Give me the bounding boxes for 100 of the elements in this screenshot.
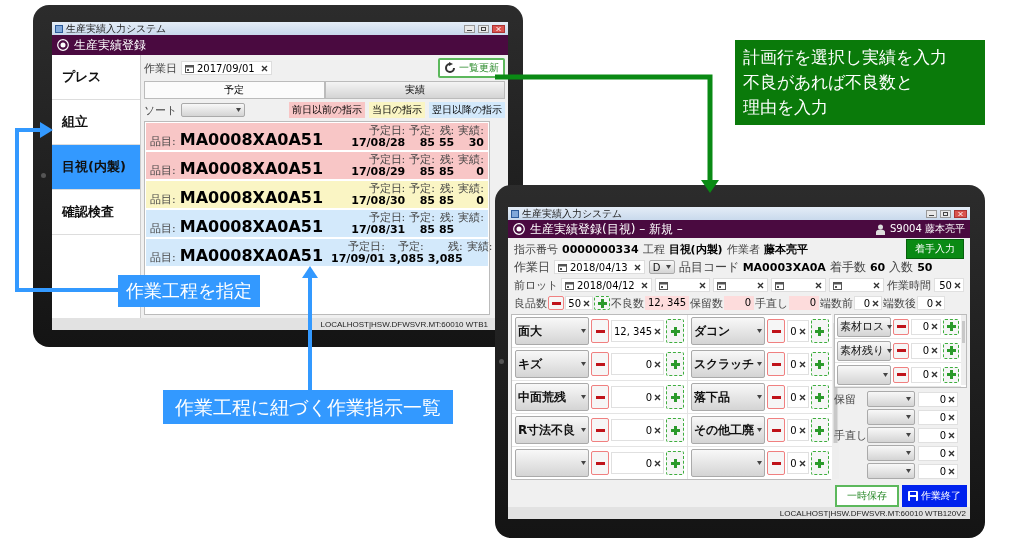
date-field[interactable]: [771, 278, 827, 292]
reason-dropdown[interactable]: 中面荒残: [515, 383, 589, 411]
order-row[interactable]: 品目: MA0008XA0A51 予定日: 17/08/28 予定: 85 残: 55 実績: 30: [146, 123, 488, 150]
date-field[interactable]: [654, 278, 710, 292]
caret-icon: [581, 395, 586, 399]
increment-button[interactable]: [666, 385, 685, 409]
decrement-button[interactable]: [893, 318, 909, 335]
increment-button[interactable]: [666, 418, 685, 442]
calendar-icon: [833, 280, 843, 290]
number-field[interactable]: 50: [565, 296, 593, 310]
reason-dropdown[interactable]: スクラッチ: [691, 350, 766, 378]
number-field[interactable]: 0: [918, 427, 958, 443]
field-value: 55: [438, 136, 455, 149]
increment-button[interactable]: [943, 318, 959, 335]
order-row[interactable]: 品目: MA0008XA0A51 予定日: 17/08/31 予定: 85 残: 85 実績:: [146, 210, 488, 237]
date-field[interactable]: [712, 278, 768, 292]
reason-dropdown[interactable]: R寸法不良: [515, 416, 589, 444]
number-field[interactable]: 0: [611, 386, 665, 408]
number-field[interactable]: 12, 345: [611, 320, 665, 342]
decrement-button[interactable]: [591, 451, 609, 475]
decrement-button[interactable]: [591, 319, 609, 343]
increment-button[interactable]: [810, 352, 829, 376]
finish-button[interactable]: 作業終了: [902, 485, 967, 507]
increment-button[interactable]: [666, 319, 685, 343]
number-field[interactable]: 0: [611, 353, 665, 375]
decrement-button[interactable]: [893, 366, 909, 383]
number-field[interactable]: 0: [854, 296, 883, 310]
save-button[interactable]: 一時保存: [835, 485, 899, 507]
decrement-button[interactable]: [893, 342, 909, 359]
field-label: 品目:: [150, 134, 176, 149]
sort-dropdown[interactable]: [181, 103, 245, 117]
date-field[interactable]: 2018/04/13: [554, 260, 645, 274]
minus-icon: [771, 329, 781, 333]
status-text: LOCALHOST|HSW.DFWSVR.MT:60010 WTB1: [320, 319, 488, 329]
date-field[interactable]: [829, 278, 885, 292]
process-item[interactable]: 目視(内製): [52, 145, 140, 190]
refresh-button[interactable]: 一覧更新: [438, 58, 505, 78]
number-field[interactable]: 0: [787, 386, 809, 408]
decrement-button[interactable]: [591, 352, 609, 376]
date-field[interactable]: 2018/04/12: [561, 278, 652, 292]
field-value: 85: [438, 223, 455, 236]
reason-dropdown[interactable]: 素材残り: [837, 340, 891, 361]
caret-icon: [757, 329, 763, 333]
number-field[interactable]: 0: [911, 342, 941, 359]
number-field[interactable]: 0: [911, 366, 941, 383]
increment-button[interactable]: [810, 418, 829, 442]
increment-button[interactable]: [666, 352, 685, 376]
number-field[interactable]: 0: [787, 353, 809, 375]
reason-dropdown[interactable]: 落下品: [691, 383, 766, 411]
decrement-button[interactable]: [767, 418, 786, 442]
decrement-button[interactable]: [591, 418, 609, 442]
number-field[interactable]: 0: [611, 452, 665, 474]
increment-button[interactable]: [943, 366, 959, 383]
number-field[interactable]: 0: [787, 419, 809, 441]
order-row[interactable]: 品目: MA0008XA0A51 予定日: 17/08/30 予定: 85 残: 85 実績: 0: [146, 181, 488, 208]
tab[interactable]: 予定: [144, 81, 325, 99]
increment-button[interactable]: [666, 451, 685, 475]
reason-dropdown[interactable]: [867, 445, 915, 461]
increment-button[interactable]: [810, 319, 829, 343]
reason-dropdown[interactable]: 面大: [515, 317, 589, 345]
number-field[interactable]: 0: [787, 320, 809, 342]
field-value: 3,085: [389, 252, 424, 265]
reason-dropdown[interactable]: [867, 391, 915, 407]
tab[interactable]: 実績: [324, 81, 505, 99]
decrement-button[interactable]: [767, 319, 786, 343]
reason-dropdown[interactable]: ダコン: [691, 317, 766, 345]
reason-dropdown[interactable]: キズ: [515, 350, 589, 378]
increment-button[interactable]: [594, 296, 610, 310]
reason-dropdown[interactable]: [867, 463, 915, 479]
app-icon: [55, 24, 63, 33]
shift-dropdown[interactable]: D: [648, 260, 675, 274]
increment-button[interactable]: [943, 342, 959, 359]
decrement-button[interactable]: [767, 385, 786, 409]
number-field[interactable]: 0: [918, 391, 958, 407]
number-field[interactable]: 0: [911, 318, 941, 335]
number-field[interactable]: 0: [787, 452, 809, 474]
number-field[interactable]: 0: [611, 419, 665, 441]
field-label: 残:: [439, 154, 455, 165]
reason-dropdown[interactable]: 素材ロス: [837, 316, 891, 337]
decrement-button[interactable]: [548, 296, 564, 310]
increment-button[interactable]: [810, 385, 829, 409]
reason-dropdown[interactable]: [867, 427, 915, 443]
number-field[interactable]: 0: [917, 296, 946, 310]
decrement-button[interactable]: [767, 352, 786, 376]
number-field[interactable]: 0: [918, 409, 958, 425]
decrement-button[interactable]: [591, 385, 609, 409]
caret-icon: [236, 108, 241, 112]
decrement-button[interactable]: [767, 451, 786, 475]
increment-button[interactable]: [810, 451, 829, 475]
calendar-icon: [185, 63, 194, 73]
field-value: 85: [438, 194, 455, 207]
start-input-button[interactable]: 着手入力: [906, 239, 964, 259]
order-row[interactable]: 品目: MA0008XA0A51 予定日: 17/08/29 予定: 85 残: 85 実績: 0: [146, 152, 488, 179]
callout: 計画行を選択し実績を入力 不良があれば不良数と 理由を入力: [735, 40, 985, 125]
number-field[interactable]: 0: [918, 463, 958, 479]
reason-dropdown[interactable]: [867, 409, 915, 425]
date-field[interactable]: 2017/09/01: [181, 61, 272, 75]
reason-dropdown[interactable]: その他工廃: [691, 416, 766, 444]
number-field[interactable]: 50: [934, 278, 964, 292]
number-field[interactable]: 0: [918, 445, 958, 461]
